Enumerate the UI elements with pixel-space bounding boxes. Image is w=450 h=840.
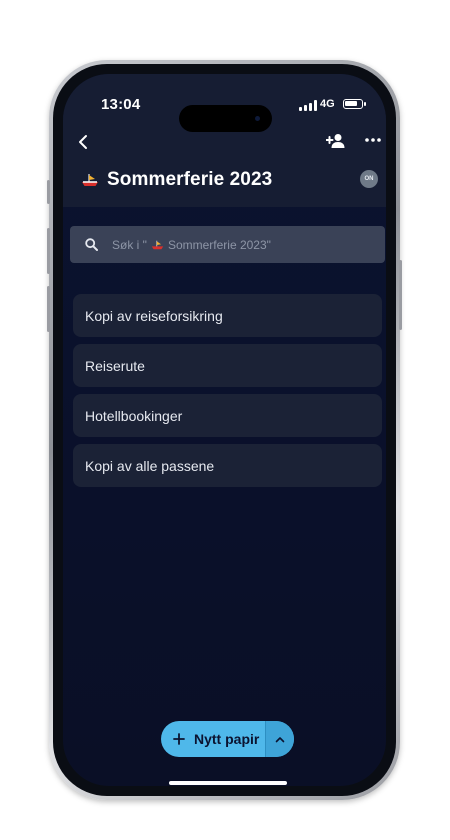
search-placeholder-name: Sommerferie 2023" bbox=[167, 237, 271, 252]
list-item[interactable]: Kopi av reiseforsikring bbox=[73, 294, 382, 337]
boat-emoji-icon bbox=[82, 174, 98, 186]
volume-up-button bbox=[47, 228, 50, 274]
status-bar: 13:04 4G bbox=[63, 96, 386, 132]
paper-list: Kopi av reiseforsikring Reiserute Hotell… bbox=[73, 294, 382, 494]
home-indicator[interactable] bbox=[169, 781, 287, 785]
volume-down-button bbox=[47, 286, 50, 332]
battery-icon bbox=[343, 99, 366, 109]
new-paper-fab: Nytt papir bbox=[161, 721, 294, 757]
new-paper-label: Nytt papir bbox=[194, 731, 260, 747]
list-item[interactable]: Kopi av alle passene bbox=[73, 444, 382, 487]
boat-emoji-icon bbox=[151, 240, 164, 249]
add-user-icon[interactable] bbox=[326, 133, 346, 149]
back-icon[interactable] bbox=[75, 134, 91, 150]
page-title-row: Sommerferie 2023 bbox=[81, 168, 272, 192]
header: 13:04 4G Sommerferie 2023 ON bbox=[63, 74, 386, 207]
status-badge[interactable]: ON bbox=[360, 170, 378, 188]
dynamic-island bbox=[179, 105, 272, 132]
network-type: 4G bbox=[320, 98, 335, 110]
expand-options-button[interactable] bbox=[265, 721, 294, 757]
page-title: Sommerferie 2023 bbox=[107, 169, 273, 190]
power-button bbox=[399, 260, 402, 330]
search-placeholder: Søk i " Sommerferie 2023" bbox=[112, 238, 271, 252]
search-icon bbox=[85, 238, 98, 251]
list-item-label: Kopi av reiseforsikring bbox=[85, 307, 223, 324]
list-item-label: Reiserute bbox=[85, 357, 145, 374]
status-time: 13:04 bbox=[101, 96, 141, 113]
list-item[interactable]: Hotellbookinger bbox=[73, 394, 382, 437]
mute-switch bbox=[47, 180, 50, 204]
search-input[interactable]: Søk i " Sommerferie 2023" bbox=[70, 226, 385, 263]
chevron-up-icon bbox=[275, 736, 285, 742]
search-placeholder-prefix: Søk i " bbox=[112, 237, 147, 252]
new-paper-button[interactable]: Nytt papir bbox=[161, 721, 265, 757]
more-horizontal-icon[interactable] bbox=[364, 134, 382, 146]
list-item[interactable]: Reiserute bbox=[73, 344, 382, 387]
phone-frame: 13:04 4G Sommerferie 2023 ON Søk i " Som… bbox=[47, 60, 402, 800]
plus-icon bbox=[173, 733, 185, 745]
phone-bezel: 13:04 4G Sommerferie 2023 ON Søk i " Som… bbox=[53, 64, 396, 796]
list-item-label: Kopi av alle passene bbox=[85, 457, 215, 474]
signal-icon bbox=[299, 100, 317, 111]
app-screen: 13:04 4G Sommerferie 2023 ON Søk i " Som… bbox=[63, 74, 386, 786]
list-item-label: Hotellbookinger bbox=[85, 407, 183, 424]
